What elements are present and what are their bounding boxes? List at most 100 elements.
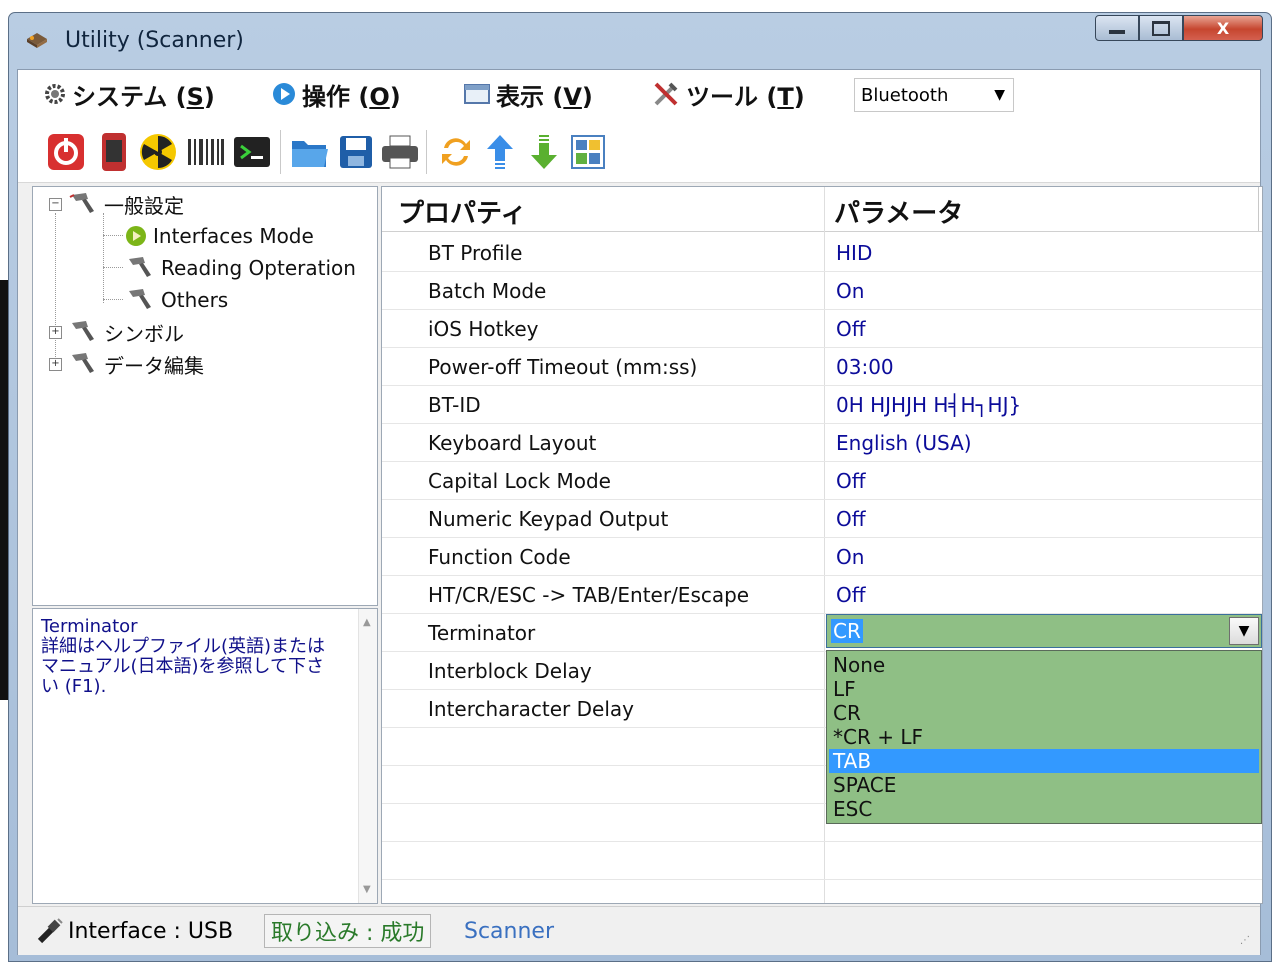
- tree-node-reading-operation[interactable]: Reading Opteration: [125, 253, 356, 283]
- header-parameter: パラメータ: [834, 199, 964, 229]
- download-icon: [531, 135, 557, 169]
- description-panel: Terminator 詳細はヘルプファイル(英語)またはマニュアル(日本語)を参…: [32, 608, 378, 904]
- save-button[interactable]: [334, 130, 378, 174]
- description-text: Terminator 詳細はヘルプファイル(英語)またはマニュアル(日本語)を参…: [41, 617, 341, 697]
- option-cr-lf[interactable]: *CR + LF: [829, 725, 1259, 749]
- header-edge: [1258, 187, 1259, 231]
- device-button[interactable]: [92, 130, 136, 174]
- tree-node-data-edit[interactable]: + データ編集: [49, 349, 204, 379]
- header-property: プロパティ: [398, 199, 527, 229]
- gear-icon: [45, 84, 65, 104]
- upload-button[interactable]: [478, 130, 522, 174]
- tree-node-interfaces-mode[interactable]: Interfaces Mode: [125, 221, 314, 251]
- resize-grip-icon[interactable]: ⋰: [1240, 935, 1254, 949]
- window-view-icon: [464, 84, 490, 104]
- device-status: Scanner: [464, 918, 555, 944]
- menu-operation[interactable]: 操作 (O): [272, 78, 401, 111]
- property-row[interactable]: Batch Mode On: [382, 271, 1262, 310]
- minimize-button[interactable]: [1095, 15, 1139, 41]
- empty-row: [382, 841, 1262, 880]
- expand-icon[interactable]: +: [49, 325, 62, 339]
- radiation-icon: [140, 134, 176, 170]
- chevron-down-icon: ▼: [994, 87, 1005, 103]
- toolbar-separator: [280, 130, 281, 174]
- scroll-up-icon[interactable]: ▲: [363, 617, 371, 628]
- toolbar-separator: [426, 130, 427, 174]
- terminator-value: CR: [831, 619, 863, 643]
- save-icon: [340, 136, 372, 168]
- option-space[interactable]: SPACE: [829, 773, 1259, 797]
- property-row[interactable]: BT-ID 0H HJHJH H╡H┐HJ}: [382, 385, 1262, 424]
- settings-tree: − 一般設定 Interfaces Mode Reading Opteratio…: [32, 186, 378, 606]
- scanner-icon: [72, 321, 94, 341]
- window-title: Utility (Scanner): [65, 28, 244, 53]
- barcode-icon: [188, 139, 224, 165]
- tree-line: [103, 213, 104, 303]
- power-icon: [48, 134, 84, 170]
- reset-button[interactable]: [136, 130, 180, 174]
- tree-node-general[interactable]: − 一般設定: [49, 189, 184, 219]
- menu-view[interactable]: 表示 (V): [464, 78, 593, 111]
- maximize-button[interactable]: [1139, 15, 1183, 41]
- play-circle-icon: [273, 83, 295, 105]
- chevron-down-icon[interactable]: ▼: [1229, 617, 1259, 645]
- property-row[interactable]: iOS Hotkey Off: [382, 309, 1262, 348]
- maximize-icon: [1152, 20, 1170, 36]
- minimize-icon: [1109, 30, 1125, 34]
- property-row[interactable]: HT/CR/ESC -> TAB/Enter/Escape Off: [382, 575, 1262, 614]
- open-folder-icon: [292, 141, 328, 167]
- title-bar[interactable]: Utility (Scanner) X: [9, 13, 1271, 69]
- connection-select[interactable]: Bluetooth ▼: [854, 78, 1014, 112]
- property-row[interactable]: Power-off Timeout (mm:ss) 03:00: [382, 347, 1262, 386]
- property-row[interactable]: Function Code On: [382, 537, 1262, 576]
- play-circle-icon: [126, 226, 146, 246]
- scanner-icon: [72, 353, 94, 373]
- scanner-icon: [129, 289, 151, 309]
- print-button[interactable]: [378, 130, 422, 174]
- close-icon: X: [1216, 18, 1230, 38]
- background-edge: [0, 280, 8, 700]
- close-button[interactable]: X: [1183, 15, 1263, 41]
- sync-icon: [442, 138, 470, 166]
- terminator-dropdown: None LF CR *CR + LF TAB SPACE ESC: [826, 650, 1262, 824]
- download-button[interactable]: [522, 130, 566, 174]
- option-lf[interactable]: LF: [829, 677, 1259, 701]
- description-scrollbar[interactable]: ▲ ▼: [358, 609, 377, 903]
- grid-header: プロパティ パラメータ: [382, 187, 1262, 232]
- terminal-icon: [234, 137, 270, 167]
- connection-value: Bluetooth: [861, 84, 949, 106]
- option-cr[interactable]: CR: [829, 701, 1259, 725]
- open-button[interactable]: [288, 130, 332, 174]
- tools-icon: [654, 82, 678, 106]
- expand-icon[interactable]: +: [49, 357, 62, 371]
- app-icon: [25, 31, 49, 49]
- import-status: 取り込み : 成功: [264, 914, 432, 948]
- sync-button[interactable]: [434, 130, 478, 174]
- tree-node-others[interactable]: Others: [125, 285, 228, 315]
- phone-icon: [102, 133, 126, 171]
- option-none[interactable]: None: [829, 653, 1259, 677]
- option-tab[interactable]: TAB: [829, 749, 1259, 773]
- property-row[interactable]: BT Profile HID: [382, 233, 1262, 272]
- client-area: システム (S) 操作 (O) 表示 (V) ツール (T) Bluetooth…: [17, 69, 1263, 955]
- property-row[interactable]: Numeric Keypad Output Off: [382, 499, 1262, 538]
- menu-bar: システム (S) 操作 (O) 表示 (V) ツール (T) Bluetooth…: [18, 70, 1260, 120]
- scroll-down-icon[interactable]: ▼: [363, 884, 371, 895]
- print-icon: [382, 135, 418, 169]
- property-row[interactable]: Keyboard Layout English (USA): [382, 423, 1262, 462]
- collapse-icon[interactable]: −: [49, 197, 62, 211]
- app-window: Utility (Scanner) X システム (S) 操作 (O) 表示 (…: [8, 12, 1272, 962]
- terminator-select[interactable]: CR ▼: [826, 614, 1262, 648]
- tree-node-symbol[interactable]: + シンボル: [49, 317, 184, 347]
- menu-tools[interactable]: ツール (T): [652, 78, 805, 111]
- power-button[interactable]: [44, 130, 88, 174]
- option-esc[interactable]: ESC: [829, 797, 1259, 821]
- layout-button[interactable]: [566, 130, 610, 174]
- barcode-button[interactable]: [184, 130, 228, 174]
- terminal-button[interactable]: [230, 130, 274, 174]
- property-row[interactable]: Capital Lock Mode Off: [382, 461, 1262, 500]
- usb-plug-icon: [37, 918, 63, 944]
- scanner-icon: [129, 257, 151, 277]
- status-bar: Interface : USB 取り込み : 成功 Scanner ⋰: [18, 906, 1260, 955]
- menu-system[interactable]: システム (S): [44, 78, 215, 111]
